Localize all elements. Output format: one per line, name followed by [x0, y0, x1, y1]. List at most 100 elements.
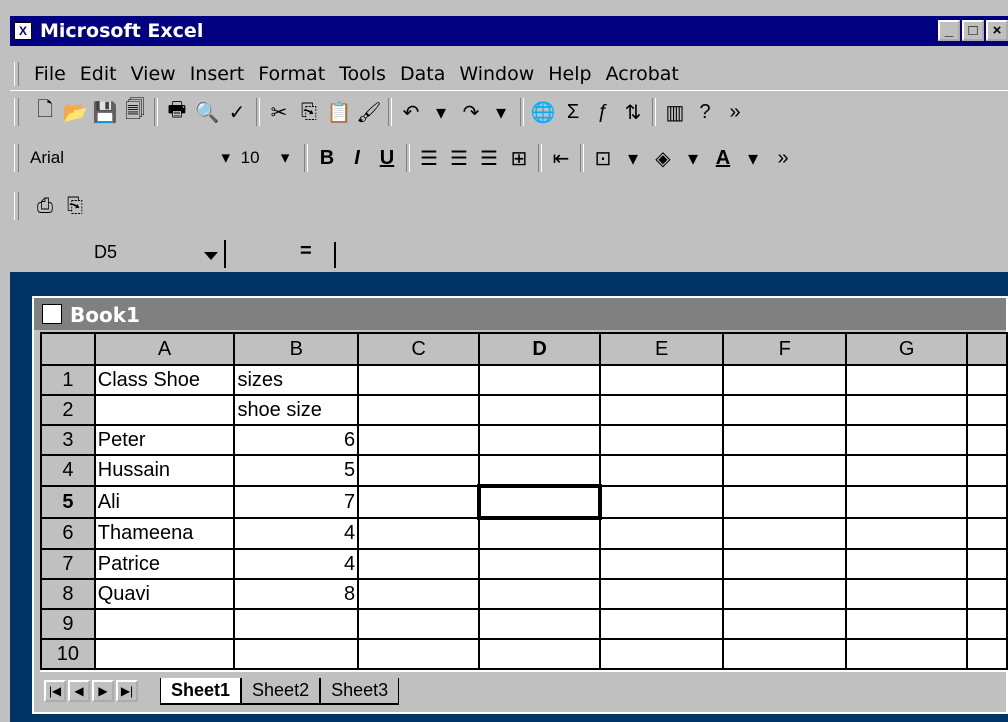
font-name-select[interactable]: Arial ▾: [30, 144, 230, 172]
row-header[interactable]: 9: [40, 608, 96, 640]
underline-icon[interactable]: U: [372, 144, 402, 172]
cell-b9[interactable]: [233, 608, 360, 640]
cell[interactable]: [478, 364, 602, 396]
copy-icon[interactable]: ⎘: [294, 98, 324, 126]
borders-icon[interactable]: ⊡: [588, 144, 618, 172]
cell-b7[interactable]: 4: [233, 548, 360, 580]
toolbar-overflow-icon[interactable]: »: [720, 98, 750, 126]
print-icon[interactable]: 🖶: [162, 98, 192, 126]
cell[interactable]: [357, 608, 481, 640]
format-painter-icon[interactable]: 🖌: [354, 98, 384, 126]
cell[interactable]: [357, 517, 481, 550]
cell[interactable]: [357, 638, 481, 670]
prev-sheet-icon[interactable]: ◀: [68, 680, 90, 702]
borders-dropdown-icon[interactable]: ▾: [618, 144, 648, 172]
tab-sheet1[interactable]: Sheet1: [160, 678, 242, 705]
menu-tools[interactable]: Tools: [339, 63, 386, 85]
align-left-icon[interactable]: ☰: [414, 144, 444, 172]
column-header-g[interactable]: G: [845, 332, 969, 366]
help-icon[interactable]: ?: [690, 98, 720, 126]
cell[interactable]: [845, 424, 969, 456]
new-document-icon[interactable]: 🗋: [30, 98, 60, 126]
align-right-icon[interactable]: ☰: [474, 144, 504, 172]
cell[interactable]: [722, 517, 848, 550]
cell-a6[interactable]: Thameena: [93, 517, 236, 550]
open-folder-icon[interactable]: 📂: [60, 98, 90, 126]
cell[interactable]: [722, 608, 848, 640]
cell[interactable]: [478, 517, 602, 550]
cell[interactable]: [722, 394, 848, 426]
close-button[interactable]: ×: [986, 20, 1008, 41]
cell[interactable]: [599, 548, 725, 580]
active-cell-d5[interactable]: [477, 484, 603, 520]
sort-ascending-icon[interactable]: ⇅: [618, 98, 648, 126]
chevron-down-icon[interactable]: [204, 252, 218, 260]
toolbar-overflow-icon[interactable]: »: [768, 144, 798, 172]
cell[interactable]: [722, 424, 848, 456]
undo-dropdown-icon[interactable]: ▾: [426, 98, 456, 126]
last-sheet-icon[interactable]: ▶|: [116, 680, 138, 702]
italic-icon[interactable]: I: [342, 144, 372, 172]
autosum-icon[interactable]: Σ: [558, 98, 588, 126]
cell-a7[interactable]: Patrice: [93, 548, 236, 580]
cell[interactable]: [357, 364, 481, 396]
cell[interactable]: [357, 485, 481, 519]
cell[interactable]: [478, 608, 602, 640]
cell[interactable]: [845, 548, 969, 580]
menu-grip[interactable]: [14, 62, 19, 86]
cell-b10[interactable]: [233, 638, 360, 670]
cell-b6[interactable]: 4: [233, 517, 360, 550]
cell[interactable]: [357, 424, 481, 456]
cell[interactable]: [478, 548, 602, 580]
row-header[interactable]: 3: [40, 424, 96, 456]
name-box[interactable]: D5: [14, 240, 226, 268]
save-icon[interactable]: 💾: [90, 98, 120, 126]
cell[interactable]: [966, 638, 1008, 670]
cell[interactable]: [357, 578, 481, 610]
tab-sheet3[interactable]: Sheet3: [320, 678, 400, 705]
cell[interactable]: [599, 394, 725, 426]
font-color-dropdown-icon[interactable]: ▾: [738, 144, 768, 172]
row-header[interactable]: 10: [40, 638, 96, 670]
paste-icon[interactable]: 📋: [324, 98, 354, 126]
cell[interactable]: [599, 485, 725, 519]
bold-icon[interactable]: B: [312, 144, 342, 172]
toolbar-grip[interactable]: [14, 192, 19, 220]
cell[interactable]: [966, 424, 1008, 456]
row-header[interactable]: 8: [40, 578, 96, 610]
cell[interactable]: [845, 485, 969, 519]
cell[interactable]: [722, 638, 848, 670]
row-header[interactable]: 1: [40, 364, 96, 396]
cell[interactable]: [478, 394, 602, 426]
hyperlink-icon[interactable]: 🌐: [528, 98, 558, 126]
row-header[interactable]: 5: [40, 485, 96, 519]
cell[interactable]: [357, 454, 481, 487]
function-icon[interactable]: ƒ: [588, 98, 618, 126]
chart-wizard-icon[interactable]: ▥: [660, 98, 690, 126]
cell-a5[interactable]: Ali: [93, 485, 236, 519]
menu-view[interactable]: View: [131, 63, 176, 85]
menu-insert[interactable]: Insert: [190, 63, 245, 85]
cell[interactable]: [966, 485, 1008, 519]
menu-format[interactable]: Format: [258, 63, 325, 85]
cut-icon[interactable]: ✂: [264, 98, 294, 126]
cell-b5[interactable]: 7: [233, 485, 360, 519]
cell[interactable]: [845, 638, 969, 670]
column-header-a[interactable]: A: [93, 332, 236, 366]
first-sheet-icon[interactable]: |◀: [44, 680, 66, 702]
worksheet-grid[interactable]: A B C D E F G 1 Class Shoe sizes 2 shoe …: [40, 332, 1008, 672]
cell[interactable]: [478, 578, 602, 610]
cell[interactable]: [357, 548, 481, 580]
cell[interactable]: [966, 394, 1008, 426]
cell[interactable]: [722, 548, 848, 580]
cell[interactable]: [478, 638, 602, 670]
column-header-e[interactable]: E: [599, 332, 725, 366]
cell[interactable]: [599, 638, 725, 670]
cell[interactable]: [599, 364, 725, 396]
cell[interactable]: [845, 364, 969, 396]
convert-to-pdf-icon[interactable]: ⎙: [30, 192, 60, 220]
cell[interactable]: [845, 517, 969, 550]
cell[interactable]: [722, 578, 848, 610]
cell-a10[interactable]: [93, 638, 236, 670]
cell-b2[interactable]: shoe size: [233, 394, 360, 426]
